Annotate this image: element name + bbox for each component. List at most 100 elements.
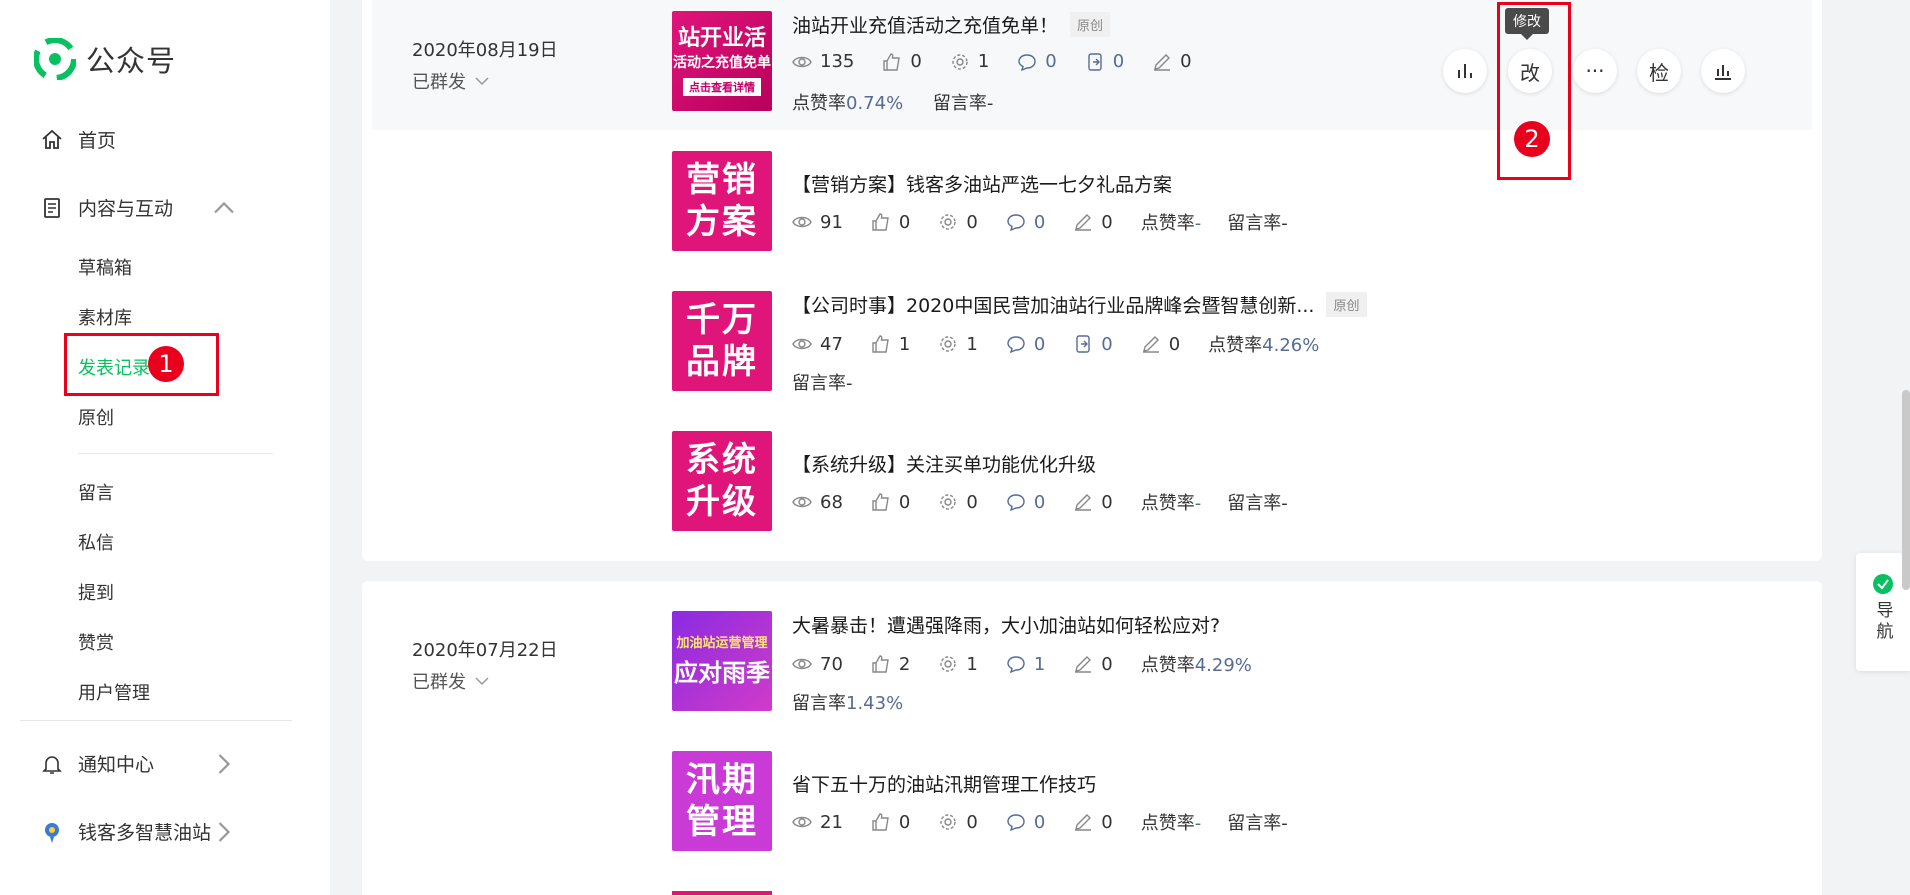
pencil-icon [1075,494,1092,511]
article-title[interactable]: 省下五十万的油站汛期管理工作技巧 [792,770,1096,797]
article-thumbnail: 千万 品牌 [672,291,772,391]
article-title[interactable]: 【系统升级】关注买单功能优化升级 [792,450,1096,477]
stat-value: 91 [820,211,843,233]
nav-user-management[interactable]: 用户管理 [78,679,150,705]
original-badge: 原创 [1326,292,1367,317]
like-rate: 点赞率- [1141,809,1202,835]
comment-icon [1007,814,1025,832]
more-button[interactable]: ··· [1573,49,1617,93]
stat-comments[interactable]: 0 [1006,334,1045,355]
comment-rate-value: - [1281,813,1288,834]
like-rate-label: 点赞率 [1140,813,1195,834]
group-status[interactable]: 已群发 [412,68,558,94]
thumbs-up-icon [872,493,889,511]
comment-rate-label: 留言率 [792,693,846,714]
stat-forwards[interactable]: 0 [1073,333,1113,355]
stat-value: 0 [898,811,911,833]
article-thumbnail: 站开业活 活动之充值免单 点击查看详情 [672,11,772,111]
nav-original[interactable]: 原创 [78,404,114,430]
stat-comments[interactable]: 0 [1006,492,1045,513]
nav-home[interactable]: 首页 [40,126,116,153]
group-status[interactable]: 已群发 [412,668,558,694]
nav-mentions[interactable]: 提到 [78,579,114,605]
stat-likes: 0 [871,492,910,513]
nav-notifications-label: 通知中心 [78,754,155,776]
wechat-official-logo-icon [34,38,76,80]
stat-value: 0 [1101,211,1113,233]
logo[interactable]: 公众号 [34,38,176,80]
chevron-down-icon [475,77,489,86]
article-rates: 留言率1.43% [792,689,903,715]
comment-rate: 留言率- [1227,489,1288,515]
stat-value: 70 [820,653,843,675]
article-stats: 91 0 0 0 0 点赞率- 留言率- [792,209,1314,235]
comment-icon [1007,494,1025,512]
article-stats: 70 2 1 1 0 点赞率4.29% [792,651,1278,677]
stat-value: 0 [1033,333,1046,355]
stat-value: 0 [898,211,911,233]
nav-drafts[interactable]: 草稿箱 [78,254,132,280]
stat-comments[interactable]: 0 [1006,812,1045,833]
sidebar-divider [20,720,292,721]
comment-rate-label: 留言率 [932,93,987,114]
like-rate: 点赞率- [1141,209,1202,235]
stat-value: 0 [966,211,978,233]
stat-comments[interactable]: 0 [1006,212,1045,233]
stat-value: 0 [1101,333,1113,355]
share-gear-icon [940,814,957,830]
nav-notifications[interactable]: 通知中心 [40,750,250,777]
account-avatar-icon [45,822,59,843]
check-button[interactable]: 检 [1637,49,1681,93]
stat-likes: 0 [882,51,922,72]
stat-likes: 0 [871,812,910,833]
like-rate-value: 4.26% [1262,335,1320,356]
thumb-text: 升级 [686,482,758,522]
chevron-up-icon [214,201,234,213]
article-title[interactable]: 【公司时事】2020中国民营加油站行业品牌峰会暨智慧创新... 原创 [792,291,1367,318]
stat-value: 0 [910,51,922,72]
nav-content[interactable]: 内容与互动 [40,194,250,221]
stat-comments[interactable]: 1 [1006,654,1045,675]
stat-shares: 0 [938,211,978,233]
stat-value: 0 [966,491,978,513]
article-stats: 135 0 1 0 0 0 [792,51,1220,72]
stat-value: 0 [1045,51,1057,72]
article-title[interactable]: 油站开业充值活动之充值免单！ 原创 [792,11,1111,38]
stat-value: 0 [1033,811,1046,833]
stat-shares: 1 [938,333,978,355]
thumb-text: 应对雨季 [674,659,770,687]
stat-forwards[interactable]: 0 [1085,51,1124,72]
stat-shares: 0 [938,491,978,513]
stat-value: 0 [1033,211,1046,233]
share-gear-icon [940,336,957,352]
nav-materials[interactable]: 素材库 [78,304,132,330]
stat-views: 91 [792,212,843,233]
comment-rate: 留言率- [1227,809,1288,835]
article-title[interactable]: 【营销方案】钱客多油站严选一七夕礼品方案 [792,170,1172,197]
stats-button[interactable] [1443,49,1487,93]
like-rate-label: 点赞率 [1140,213,1195,234]
nav-messages[interactable]: 私信 [78,529,114,555]
stat-value: 1 [966,333,978,355]
nav-rewards[interactable]: 赞赏 [78,629,114,655]
floating-nav-label: 导航 [1872,601,1893,643]
thumbs-up-icon [872,813,889,831]
thumb-text: 系统 [686,440,758,480]
nav-comments[interactable]: 留言 [78,479,114,505]
comment-rate-label: 留言率 [1227,213,1282,234]
article-title-text: 【营销方案】钱客多油站严选一七夕礼品方案 [792,174,1173,196]
annotation-box-1 [64,333,219,396]
data-button[interactable] [1701,49,1745,93]
group-date: 2020年07月22日 [412,640,558,661]
stat-views: 21 [792,812,843,833]
share-gear-icon [940,494,957,510]
stat-edits: 0 [1073,812,1113,833]
group-date-block: 2020年07月22日 已群发 [412,636,558,694]
stat-comments[interactable]: 0 [1017,51,1057,72]
nav-account[interactable]: 钱客多智慧油站 [40,818,250,845]
stat-value: 0 [1180,51,1192,72]
stat-value: 0 [1168,333,1181,355]
article-title[interactable]: 大暑暴击！遭遇强降雨，大小加油站如何轻松应对? [792,611,1220,638]
annotation-badge-1: 1 [148,346,184,382]
scrollbar[interactable] [1902,390,1910,590]
